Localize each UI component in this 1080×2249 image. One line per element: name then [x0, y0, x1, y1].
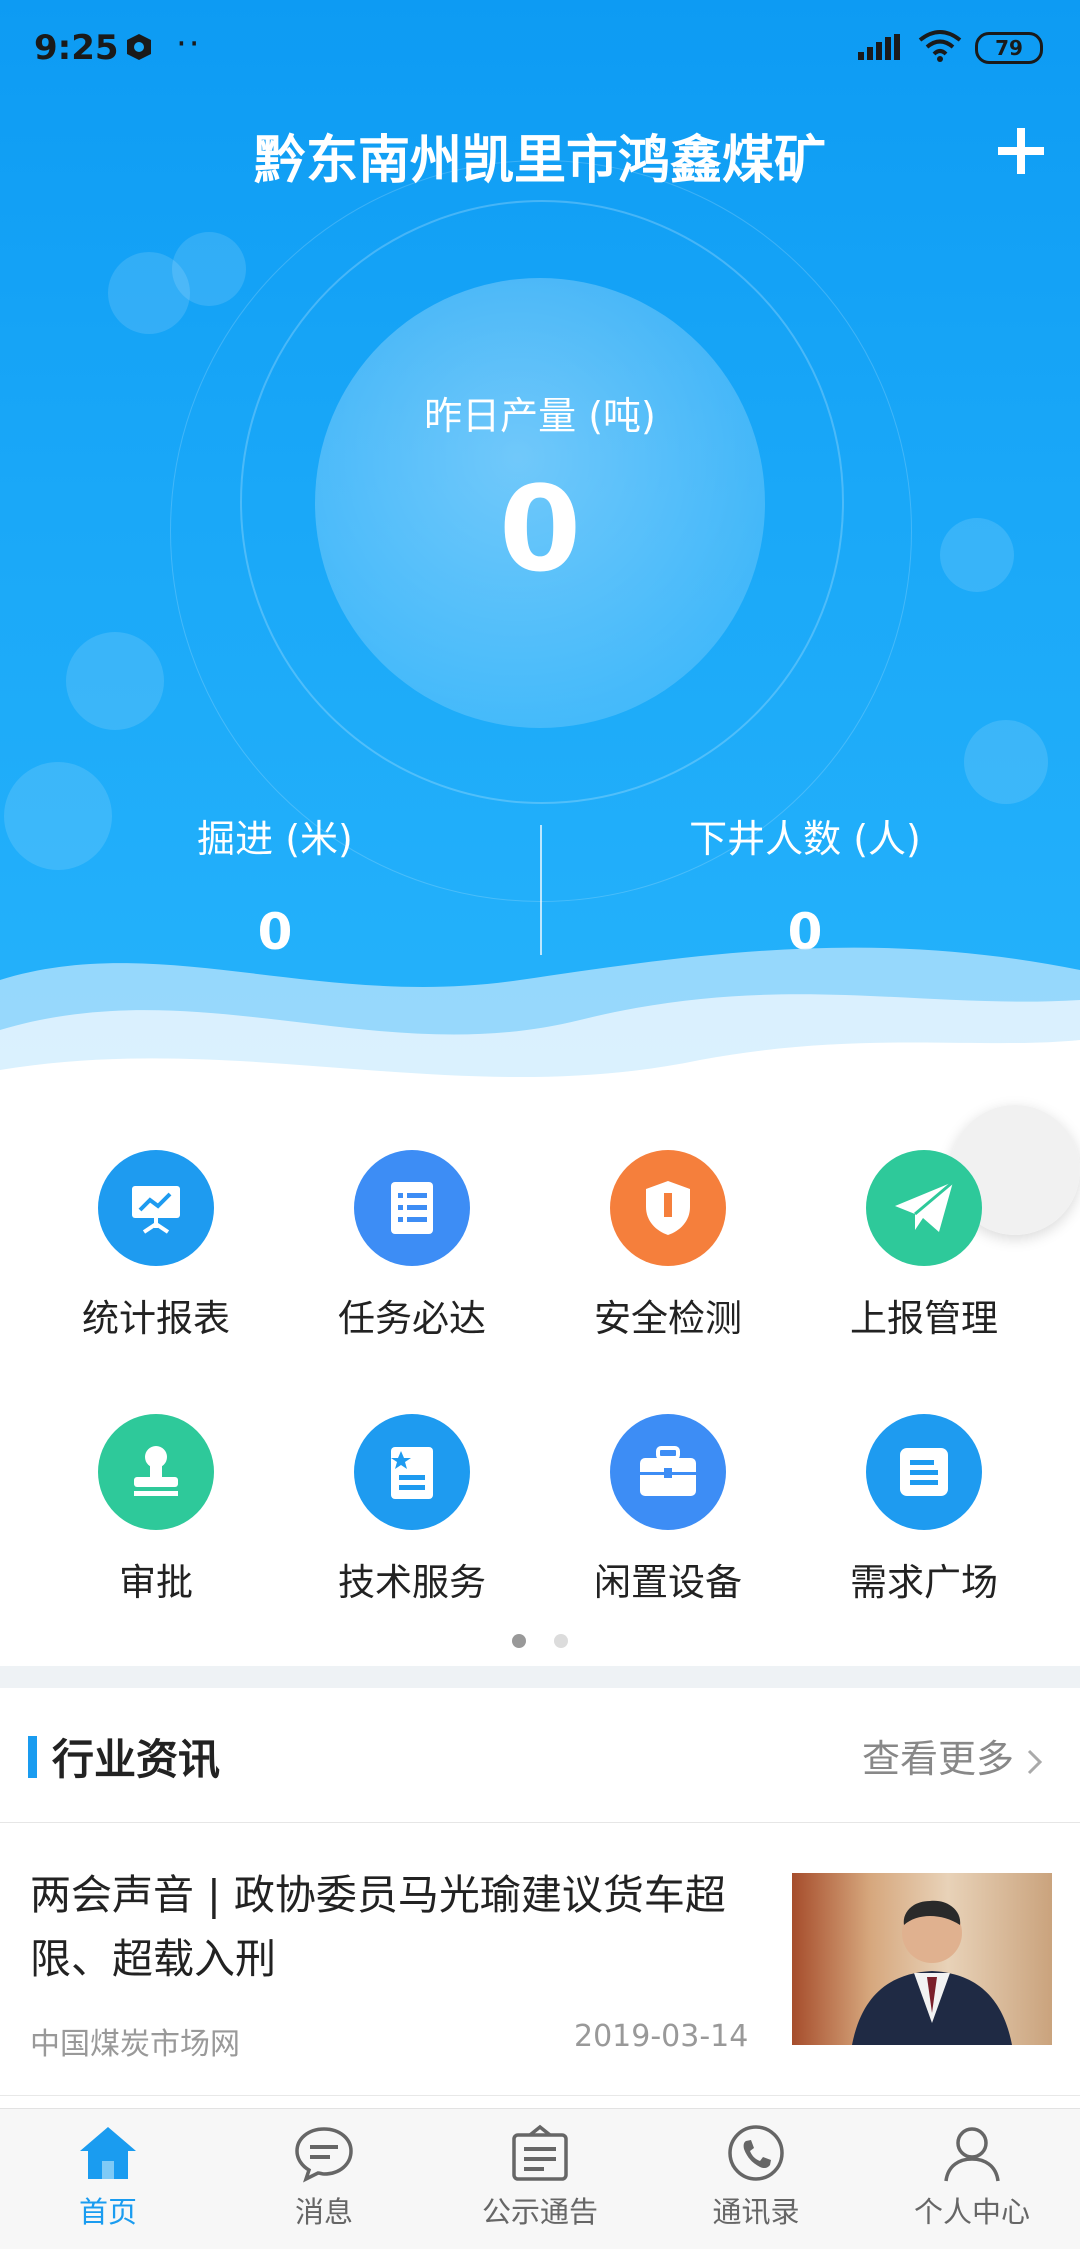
grid-item-statistics[interactable]: 统计报表 — [21, 1150, 291, 1342]
news-section-title: 行业资讯 — [52, 1735, 221, 1784]
bottom-tab-bar: 首页 消息 公示通告 通讯录 个人中心 — [0, 2108, 1080, 2249]
phone-icon — [728, 2125, 784, 2181]
section-accent-bar — [28, 1736, 37, 1778]
grid-item-approval[interactable]: 审批 — [21, 1414, 291, 1606]
news-source: 中国煤炭市场网 — [30, 2027, 240, 2062]
note-icon — [866, 1414, 982, 1530]
decor-bubble — [172, 232, 246, 306]
wifi-icon — [918, 30, 962, 62]
news-thumbnail — [792, 1873, 1052, 2045]
news-list-item[interactable]: 两会声音 | 政协委员马光瑜建议货车超限、超载入刑 中国煤炭市场网 2019-0… — [0, 1823, 1080, 2096]
view-more-link[interactable]: 查看更多 — [862, 1728, 1044, 1783]
grid-item-label: 统计报表 — [82, 1297, 230, 1340]
grid-item-tasks[interactable]: 任务必达 — [277, 1150, 547, 1342]
decor-bubble — [940, 518, 1014, 592]
stat-underground-count: 下井人数 (人) 0 — [605, 808, 1005, 961]
grid-item-label: 闲置设备 — [594, 1561, 742, 1604]
user-icon — [944, 2127, 1000, 2182]
stat-excavation: 掘进 (米) 0 — [75, 808, 475, 961]
status-bar: 9:25 ·· 79 — [0, 0, 1080, 100]
grid-item-tech-service[interactable]: 技术服务 — [277, 1414, 547, 1606]
tab-label: 个人中心 — [913, 2195, 1030, 2229]
grid-item-label: 任务必达 — [338, 1297, 486, 1340]
stat-label: 下井人数 (人) — [689, 817, 921, 861]
tab-notices[interactable]: 公示通告 — [432, 2109, 648, 2249]
news-section-header: 行业资讯 查看更多 — [0, 1688, 1080, 1823]
home-icon — [80, 2127, 136, 2179]
production-label: 昨日产量 (吨) — [424, 394, 656, 438]
grid-item-demand-plaza[interactable]: 需求广场 — [789, 1414, 1059, 1606]
news-title: 两会声音 | 政协委员马光瑜建议货车超限、超载入刑 — [30, 1871, 726, 1983]
grid-item-label: 上报管理 — [850, 1297, 998, 1340]
paper-plane-icon — [866, 1150, 982, 1266]
task-list-icon — [354, 1150, 470, 1266]
document-star-icon — [354, 1414, 470, 1530]
grid-item-idle-equipment[interactable]: 闲置设备 — [533, 1414, 803, 1606]
grid-item-report-management[interactable]: 上报管理 — [789, 1150, 1059, 1342]
grid-item-label: 技术服务 — [338, 1561, 486, 1604]
chevron-right-icon — [1028, 1749, 1043, 1774]
toolbox-icon — [610, 1414, 726, 1530]
tab-contacts[interactable]: 通讯录 — [648, 2109, 864, 2249]
battery-indicator: 79 — [975, 32, 1043, 64]
grid-item-label: 审批 — [119, 1561, 193, 1604]
page-title: 黔东南州凯里市鸿鑫煤矿 — [253, 131, 826, 191]
stat-divider — [540, 825, 542, 955]
chat-bubble-icon — [295, 2127, 353, 2183]
battery-level: 79 — [995, 36, 1023, 60]
decor-bubble — [66, 632, 164, 730]
status-time: 9:25 — [34, 28, 119, 68]
pager-dot[interactable] — [554, 1634, 568, 1648]
tab-label: 公示通告 — [481, 2195, 598, 2229]
stat-label: 掘进 (米) — [197, 817, 353, 861]
production-value: 0 — [498, 460, 582, 598]
status-dots: ·· — [176, 24, 202, 64]
section-divider — [0, 1666, 1080, 1688]
notice-board-icon — [512, 2124, 568, 2181]
tab-label: 消息 — [294, 2195, 353, 2229]
shield-icon — [610, 1150, 726, 1266]
hero-panel: 9:25 ·· 79 黔东南州凯里市鸿鑫煤矿 昨日产量 (吨) 0 掘进 (米)… — [0, 0, 1080, 1120]
grid-item-label: 安全检测 — [594, 1297, 742, 1340]
news-date: 2019-03-14 — [574, 2019, 749, 2054]
pager-dot-active[interactable] — [512, 1634, 526, 1648]
notification-app-icon — [127, 34, 151, 60]
signal-icon — [858, 34, 900, 60]
tab-profile[interactable]: 个人中心 — [864, 2109, 1080, 2249]
view-more-label: 查看更多 — [862, 1737, 1015, 1781]
tab-home[interactable]: 首页 — [0, 2109, 216, 2249]
stamp-icon — [98, 1414, 214, 1530]
add-plus-icon[interactable] — [996, 126, 1046, 176]
grid-item-safety-check[interactable]: 安全检测 — [533, 1150, 803, 1342]
tab-messages[interactable]: 消息 — [216, 2109, 432, 2249]
tab-label: 通讯录 — [712, 2195, 800, 2229]
presentation-chart-icon — [98, 1150, 214, 1266]
tab-label: 首页 — [78, 2195, 137, 2229]
grid-item-label: 需求广场 — [850, 1561, 998, 1604]
decor-bubble — [964, 720, 1048, 804]
wave-decoration — [0, 947, 1080, 1120]
